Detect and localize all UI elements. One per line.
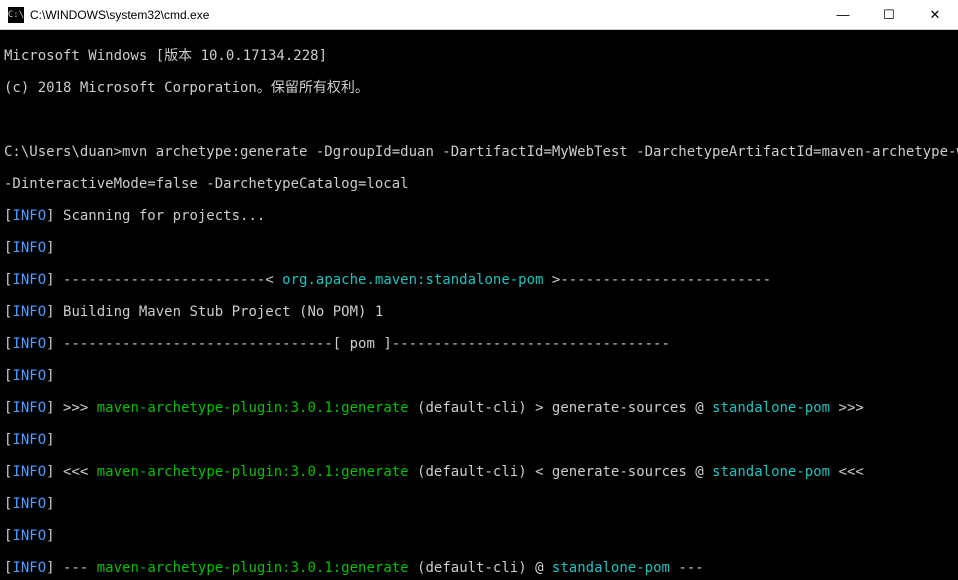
- log-line: [INFO] ------------------------< org.apa…: [4, 272, 954, 288]
- log-line: [INFO] <<< maven-archetype-plugin:3.0.1:…: [4, 464, 954, 480]
- close-button[interactable]: ✕: [912, 0, 958, 29]
- log-line: [INFO]: [4, 528, 954, 544]
- command-line-2: -DinteractiveMode=false -DarchetypeCatal…: [4, 176, 954, 192]
- log-line: [INFO]: [4, 432, 954, 448]
- terminal-output[interactable]: Microsoft Windows [版本 10.0.17134.228] (c…: [0, 30, 958, 580]
- log-line: [INFO]: [4, 240, 954, 256]
- window-controls: — ☐ ✕: [820, 0, 958, 29]
- log-line: [INFO] --- maven-archetype-plugin:3.0.1:…: [4, 560, 954, 576]
- command-line-1: C:\Users\duan>mvn archetype:generate -Dg…: [4, 144, 954, 160]
- window-titlebar: C:\ C:\WINDOWS\system32\cmd.exe — ☐ ✕: [0, 0, 958, 30]
- log-line: [INFO] --------------------------------[…: [4, 336, 954, 352]
- window-title: C:\WINDOWS\system32\cmd.exe: [30, 8, 820, 22]
- minimize-button[interactable]: —: [820, 0, 866, 29]
- log-line: [INFO] >>> maven-archetype-plugin:3.0.1:…: [4, 400, 954, 416]
- maximize-button[interactable]: ☐: [866, 0, 912, 29]
- cmd-icon: C:\: [8, 7, 24, 23]
- log-line: [INFO] Building Maven Stub Project (No P…: [4, 304, 954, 320]
- blank-line: [4, 112, 954, 128]
- log-line: [INFO]: [4, 496, 954, 512]
- copyright-line: (c) 2018 Microsoft Corporation。保留所有权利。: [4, 80, 954, 96]
- log-line: [INFO] Scanning for projects...: [4, 208, 954, 224]
- version-line: Microsoft Windows [版本 10.0.17134.228]: [4, 48, 954, 64]
- log-line: [INFO]: [4, 368, 954, 384]
